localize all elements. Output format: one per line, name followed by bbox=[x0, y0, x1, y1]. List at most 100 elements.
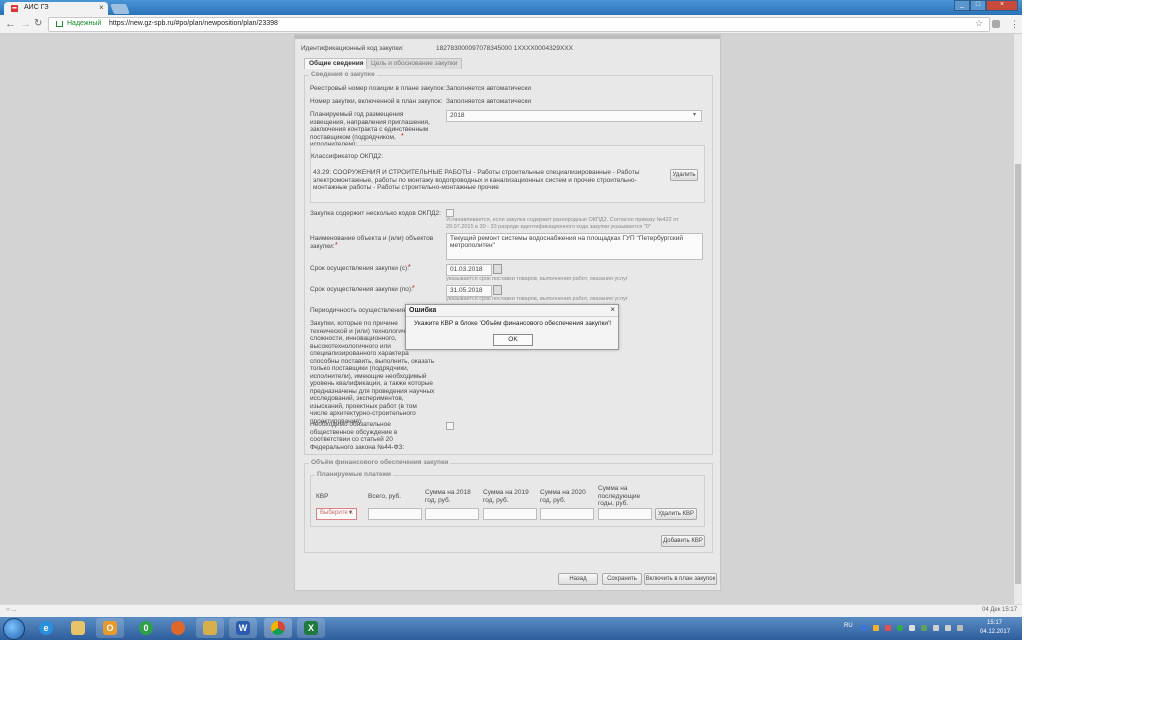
taskbar-excel[interactable]: X bbox=[297, 618, 325, 638]
page-favicon-icon bbox=[11, 5, 18, 12]
date-to-value: 31.05.2018 bbox=[450, 287, 483, 294]
status-right: 04 Дек 15:17 bbox=[982, 607, 1018, 613]
okpd-delete-button[interactable]: Удалить bbox=[670, 169, 698, 181]
window-close-button[interactable]: × bbox=[986, 0, 1018, 11]
app-icon: 0 bbox=[139, 621, 153, 635]
add-kvr-button[interactable]: Добавить КВР bbox=[661, 535, 705, 547]
okpd-label: Классификатор ОКПД2: bbox=[311, 153, 384, 160]
tab-title: АИС ГЗ bbox=[24, 4, 49, 11]
col-kvr: КВР bbox=[316, 493, 329, 500]
tray-icon[interactable] bbox=[861, 625, 867, 631]
url-text: https://new.gz-spb.ru/#po/plan/newpositi… bbox=[109, 20, 278, 27]
multi-okpd-checkbox[interactable] bbox=[446, 209, 454, 217]
calendar-icon[interactable] bbox=[493, 285, 502, 295]
general-legend: Сведения о закупке bbox=[309, 71, 377, 78]
address-bar[interactable]: Надежный https://new.gz-spb.ru/#po/plan/… bbox=[48, 17, 990, 32]
col-2018: Сумма на 2018 год, руб. bbox=[425, 489, 471, 504]
taskbar-firefox[interactable] bbox=[164, 618, 192, 638]
date-from-input[interactable]: 01.03.2018 bbox=[446, 264, 492, 276]
sum-2018-input[interactable] bbox=[425, 508, 479, 520]
object-name-value: Текущий ремонт системы водоснабжения на … bbox=[450, 235, 683, 249]
delete-kvr-button[interactable]: Удалить КВР bbox=[655, 508, 697, 520]
outlook-icon: O bbox=[103, 621, 117, 635]
word-icon: W bbox=[236, 621, 250, 635]
date-from-value: 01.03.2018 bbox=[450, 266, 483, 273]
save-button[interactable]: Сохранить bbox=[602, 573, 642, 585]
calendar-icon[interactable] bbox=[493, 264, 502, 274]
taskbar-chrome[interactable] bbox=[264, 618, 292, 638]
purchase-num-value: Заполняется автоматически bbox=[446, 98, 532, 105]
taskbar-ie[interactable]: e bbox=[32, 618, 60, 638]
date-to-hint: указывается срок поставки товаров, выпол… bbox=[446, 296, 628, 302]
total-input[interactable] bbox=[368, 508, 422, 520]
status-left: ○ ... bbox=[6, 607, 17, 613]
okpd-value: 43.29: СООРУЖЕНИЯ И СТРОИТЕЛЬНЫЕ РАБОТЫ … bbox=[313, 169, 640, 191]
required-mark: * bbox=[412, 285, 415, 292]
dialog-title: Ошибка bbox=[409, 307, 437, 314]
menu-dots-icon[interactable]: ⋮ bbox=[1010, 17, 1019, 31]
payments-legend: Планируемые платежи bbox=[315, 471, 394, 478]
extension-icon[interactable] bbox=[992, 20, 1000, 28]
plan-year-select[interactable]: 2018 ▾ bbox=[446, 110, 702, 122]
start-button[interactable] bbox=[3, 618, 25, 640]
screen: АИС ГЗ × _ □ × ← → ↻ Надежный https://ne… bbox=[0, 0, 1022, 640]
col-2020: Сумма на 2020 год, руб. bbox=[540, 489, 586, 504]
forward-arrow-icon[interactable]: → bbox=[20, 17, 31, 31]
back-button[interactable]: Назад bbox=[558, 573, 598, 585]
folder-icon bbox=[203, 621, 217, 635]
purchase-num-label: Номер закупки, включенной в план закупок… bbox=[310, 98, 443, 105]
volume-icon[interactable] bbox=[945, 625, 951, 631]
browser-toolbar: ← → ↻ Надежный https://new.gz-spb.ru/#po… bbox=[0, 15, 1022, 34]
public-discussion-checkbox[interactable] bbox=[446, 422, 454, 430]
tray-icon[interactable] bbox=[909, 625, 915, 631]
taskbar-outlook[interactable]: O bbox=[96, 618, 124, 638]
tab-goal[interactable]: Цель и обоснование закупки bbox=[366, 58, 463, 69]
language-indicator[interactable]: RU bbox=[844, 623, 853, 629]
clock-date[interactable]: 04.12.2017 bbox=[980, 629, 1010, 635]
multi-okpd-hint: Устанавливается, если закупка содержит р… bbox=[446, 217, 679, 230]
dialog-ok-button[interactable]: OK bbox=[493, 334, 533, 346]
back-arrow-icon[interactable]: ← bbox=[5, 17, 16, 31]
sum-later-input[interactable] bbox=[598, 508, 652, 520]
window-maximize-button[interactable]: □ bbox=[970, 0, 986, 11]
tray-icon[interactable] bbox=[897, 625, 903, 631]
taskbar-folder[interactable] bbox=[196, 618, 224, 638]
taskbar-app[interactable]: 0 bbox=[132, 618, 160, 638]
tray-icon[interactable] bbox=[957, 625, 963, 631]
tray-icon[interactable] bbox=[885, 625, 891, 631]
tab-close-icon[interactable]: × bbox=[99, 3, 104, 12]
finance-legend: Объём финансового обеспечения закупки bbox=[309, 459, 451, 466]
object-name-textarea[interactable]: Текущий ремонт системы водоснабжения на … bbox=[446, 233, 703, 260]
page-scrollbar[interactable] bbox=[1014, 34, 1022, 604]
bookmark-star-icon[interactable]: ☆ bbox=[975, 18, 983, 29]
tray-icon[interactable] bbox=[873, 625, 879, 631]
ident-code-value: 182783000097078345000 1XXXX0004329XXX bbox=[436, 45, 573, 52]
reload-icon[interactable]: ↻ bbox=[34, 17, 42, 31]
clock-time[interactable]: 15:17 bbox=[987, 620, 1002, 626]
windows-taskbar: e O 0 W X RU 15:17 04.12.2017 bbox=[0, 617, 1022, 640]
folder-icon bbox=[71, 621, 85, 635]
date-from-hint: указывается срок поставки товаров, выпол… bbox=[446, 276, 628, 282]
scrollbar-thumb[interactable] bbox=[1015, 164, 1021, 584]
periodicity-label: Периодичность осуществления bbox=[310, 307, 406, 314]
multi-okpd-label: Закупка содержит несколько кодов ОКПД2: bbox=[310, 210, 441, 217]
required-mark: * bbox=[335, 242, 338, 249]
dialog-close-icon[interactable]: × bbox=[610, 305, 615, 314]
network-icon[interactable] bbox=[933, 625, 939, 631]
ie-icon: e bbox=[39, 621, 53, 635]
window-minimize-button[interactable]: _ bbox=[954, 0, 970, 11]
sum-2019-input[interactable] bbox=[483, 508, 537, 520]
kvr-select[interactable]: Выберите К ▾ bbox=[316, 508, 357, 520]
tab-general[interactable]: Общие сведения bbox=[304, 58, 369, 69]
include-in-plan-button[interactable]: Включить в план закупок bbox=[644, 573, 717, 585]
tray-icon[interactable] bbox=[921, 625, 927, 631]
col-total: Всего, руб. bbox=[368, 493, 402, 500]
dialog-message: Укажите КВР в блоке 'Объём финансового о… bbox=[414, 320, 612, 327]
sum-2020-input[interactable] bbox=[540, 508, 594, 520]
reg-num-value: Заполняется автоматически bbox=[446, 85, 532, 92]
browser-tab[interactable]: АИС ГЗ × bbox=[4, 2, 108, 15]
taskbar-explorer[interactable] bbox=[64, 618, 92, 638]
secure-label: Надежный bbox=[67, 20, 102, 27]
taskbar-word[interactable]: W bbox=[229, 618, 257, 638]
new-tab-button[interactable] bbox=[110, 4, 130, 14]
